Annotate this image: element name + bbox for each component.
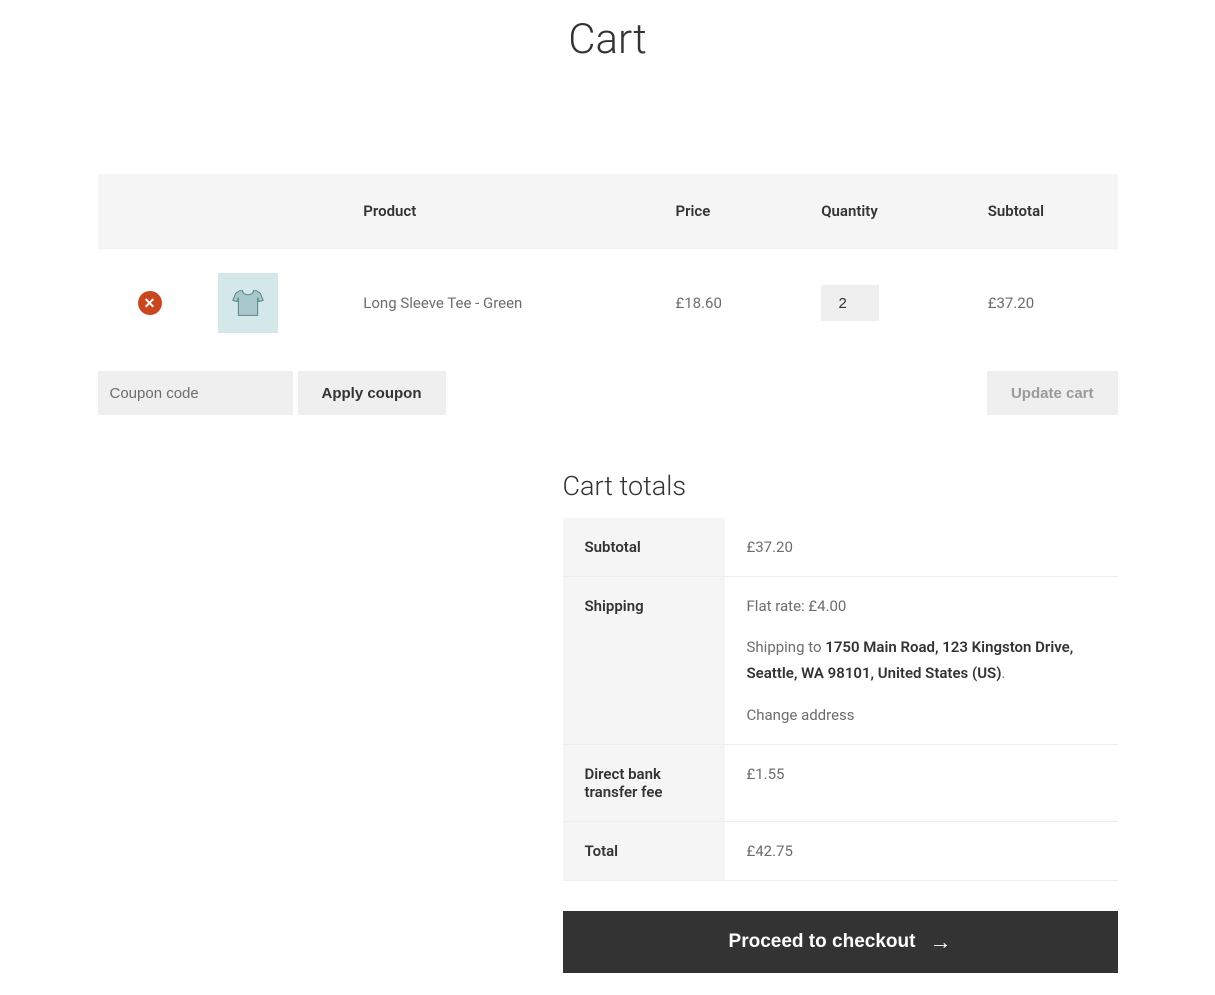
col-thumb-header: [202, 174, 348, 249]
fee-label: Direct bank transfer fee: [563, 745, 725, 822]
product-price: £18.60: [660, 249, 806, 358]
subtotal-label: Subtotal: [563, 518, 725, 577]
subtotal-value: £37.20: [725, 518, 1118, 577]
product-thumbnail-link[interactable]: [218, 273, 332, 333]
cart-totals-heading: Cart totals: [563, 470, 1118, 502]
tshirt-icon: [226, 281, 270, 325]
close-icon: ✕: [144, 295, 156, 312]
shipping-period: .: [1001, 664, 1005, 682]
remove-item-button[interactable]: ✕: [138, 291, 162, 315]
product-name-link[interactable]: Long Sleeve Tee - Green: [363, 294, 522, 312]
table-row: ✕ Long Sleeve Tee - Green £18.6: [98, 249, 1118, 358]
apply-coupon-button[interactable]: Apply coupon: [298, 371, 446, 415]
total-label: Total: [563, 822, 725, 881]
shipping-rate: Flat rate: £4.00: [747, 597, 1096, 615]
cart-totals: Cart totals Subtotal £37.20 Shipping Fla…: [563, 470, 1118, 973]
change-address-link[interactable]: Change address: [747, 706, 855, 724]
product-subtotal: £37.20: [972, 249, 1118, 358]
cart-actions: Apply coupon Update cart: [98, 371, 1118, 415]
shipping-label: Shipping: [563, 577, 725, 745]
col-product-header: Product: [347, 174, 659, 249]
product-thumbnail: [218, 273, 278, 333]
col-subtotal-header: Subtotal: [972, 174, 1118, 249]
coupon-code-input[interactable]: [98, 371, 293, 415]
cart-table: Product Price Quantity Subtotal ✕: [98, 174, 1118, 357]
col-price-header: Price: [660, 174, 806, 249]
fee-value: £1.55: [725, 745, 1118, 822]
coupon-row: Apply coupon: [98, 371, 446, 415]
shipping-destination: Shipping to 1750 Main Road, 123 Kingston…: [747, 635, 1096, 686]
quantity-input[interactable]: [821, 285, 879, 321]
shipping-to-prefix: Shipping to: [747, 638, 826, 656]
page-title: Cart: [98, 15, 1118, 64]
update-cart-button[interactable]: Update cart: [987, 371, 1118, 415]
total-value: £42.75: [725, 822, 1118, 881]
totals-table: Subtotal £37.20 Shipping Flat rate: £4.0…: [563, 518, 1118, 881]
proceed-to-checkout-button[interactable]: Proceed to checkout →: [563, 911, 1118, 973]
arrow-right-icon: →: [929, 931, 951, 953]
col-remove-header: [98, 174, 202, 249]
checkout-button-label: Proceed to checkout: [729, 931, 916, 953]
col-quantity-header: Quantity: [805, 174, 972, 249]
